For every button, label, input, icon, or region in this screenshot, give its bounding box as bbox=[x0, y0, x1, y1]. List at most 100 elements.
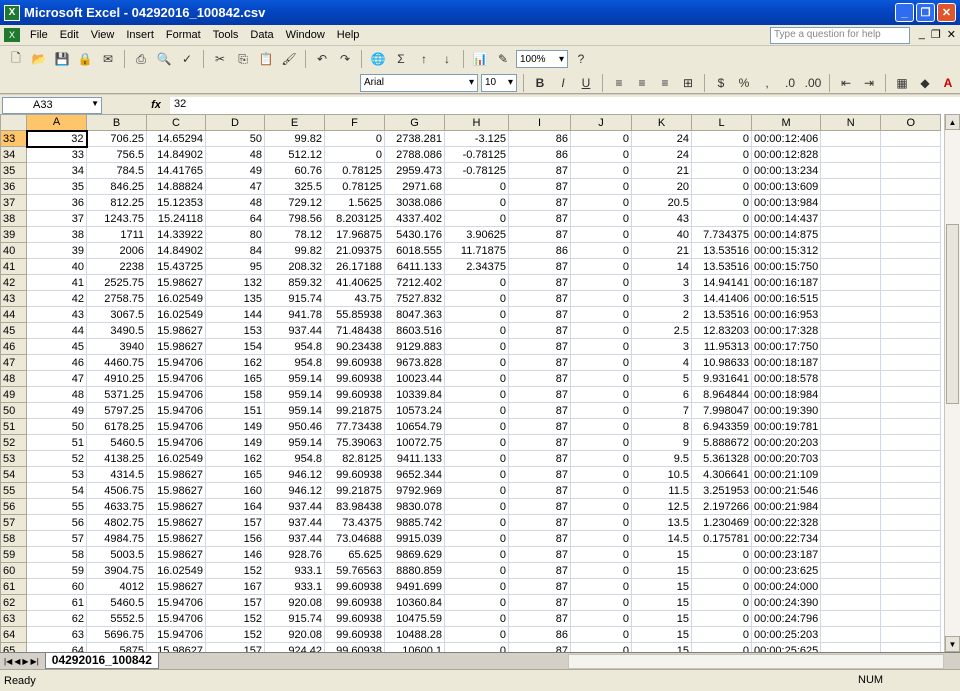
cell[interactable]: 99.60938 bbox=[324, 578, 385, 595]
row-header[interactable]: 57 bbox=[0, 514, 27, 531]
cell[interactable]: 928.76 bbox=[264, 546, 325, 563]
row-header[interactable]: 46 bbox=[0, 338, 27, 355]
cell[interactable]: 59 bbox=[26, 562, 87, 579]
cell[interactable]: 87 bbox=[508, 194, 571, 211]
cell[interactable]: 11.71875 bbox=[444, 242, 509, 259]
column-header-m[interactable]: M bbox=[750, 114, 822, 131]
cell[interactable] bbox=[880, 290, 942, 307]
cell[interactable]: 6178.25 bbox=[86, 418, 147, 435]
cell[interactable]: 0 bbox=[444, 210, 509, 227]
cell[interactable]: 152 bbox=[205, 562, 265, 579]
cell[interactable]: 15.94706 bbox=[146, 610, 206, 627]
cell[interactable]: 4314.5 bbox=[86, 466, 147, 483]
cell[interactable]: 15.94706 bbox=[146, 626, 206, 643]
paste-icon[interactable]: 📋 bbox=[256, 49, 276, 69]
cell[interactable]: 78.12 bbox=[264, 226, 325, 243]
cell[interactable]: 48 bbox=[205, 194, 265, 211]
row-header[interactable]: 43 bbox=[0, 290, 27, 307]
cell[interactable]: 0 bbox=[691, 626, 752, 643]
cell[interactable]: 59.76563 bbox=[324, 562, 385, 579]
row-header[interactable]: 64 bbox=[0, 626, 27, 643]
cell[interactable]: 71.48438 bbox=[324, 322, 385, 339]
cell[interactable]: 15 bbox=[631, 546, 692, 563]
cell[interactable]: 135 bbox=[205, 290, 265, 307]
cell[interactable]: 0 bbox=[570, 258, 632, 275]
cell[interactable]: 0 bbox=[444, 626, 509, 643]
cell[interactable]: 46 bbox=[26, 354, 87, 371]
cell[interactable]: 9869.629 bbox=[384, 546, 445, 563]
cell[interactable]: 53 bbox=[26, 466, 87, 483]
cell[interactable]: 87 bbox=[508, 274, 571, 291]
row-header[interactable]: 51 bbox=[0, 418, 27, 435]
cell[interactable]: 0 bbox=[691, 642, 752, 652]
cell[interactable]: 13.53516 bbox=[691, 258, 752, 275]
cell[interactable]: 15 bbox=[631, 626, 692, 643]
prev-sheet-icon[interactable]: ◀ bbox=[14, 657, 20, 666]
cell[interactable]: 0 bbox=[444, 322, 509, 339]
font-select[interactable]: Arial ▾ bbox=[360, 73, 478, 92]
cell[interactable]: 87 bbox=[508, 562, 571, 579]
spelling-icon[interactable]: ✓ bbox=[177, 49, 197, 69]
cell[interactable]: 64 bbox=[26, 642, 87, 652]
cell[interactable]: 00:00:14:437 bbox=[751, 210, 822, 227]
cell[interactable] bbox=[820, 210, 882, 227]
cell[interactable]: 99.60938 bbox=[324, 354, 385, 371]
cell[interactable]: 0 bbox=[444, 402, 509, 419]
cell[interactable]: 36 bbox=[26, 194, 87, 211]
cell[interactable]: 14.88824 bbox=[146, 178, 206, 195]
cell[interactable]: 5 bbox=[631, 370, 692, 387]
cell[interactable]: 7.998047 bbox=[691, 402, 752, 419]
cell[interactable]: 0 bbox=[691, 178, 752, 195]
cell[interactable]: 99.21875 bbox=[324, 402, 385, 419]
cell[interactable]: 9491.699 bbox=[384, 578, 445, 595]
menu-tools[interactable]: Tools bbox=[207, 29, 245, 41]
row-header[interactable]: 63 bbox=[0, 610, 27, 627]
cell[interactable]: 20 bbox=[631, 178, 692, 195]
cell[interactable]: 87 bbox=[508, 386, 571, 403]
cell[interactable]: 0 bbox=[444, 482, 509, 499]
cell[interactable]: 00:00:14:875 bbox=[751, 226, 822, 243]
cell[interactable] bbox=[880, 226, 942, 243]
cell[interactable]: 7 bbox=[631, 402, 692, 419]
cell[interactable]: 2758.75 bbox=[86, 290, 147, 307]
cell[interactable] bbox=[820, 450, 882, 467]
cell[interactable]: 1243.75 bbox=[86, 210, 147, 227]
cell[interactable]: 915.74 bbox=[264, 610, 325, 627]
cell[interactable] bbox=[820, 162, 882, 179]
align-left-icon[interactable]: ≡ bbox=[609, 73, 629, 93]
cell[interactable] bbox=[880, 162, 942, 179]
cell[interactable]: 56 bbox=[26, 514, 87, 531]
cell[interactable]: 52 bbox=[26, 450, 87, 467]
cell[interactable]: 99.60938 bbox=[324, 386, 385, 403]
cell[interactable]: 10.5 bbox=[631, 466, 692, 483]
cell[interactable] bbox=[880, 242, 942, 259]
cell[interactable]: 00:00:25:625 bbox=[751, 642, 822, 652]
menu-view[interactable]: View bbox=[85, 29, 121, 41]
cell[interactable]: 15.98627 bbox=[146, 338, 206, 355]
cell[interactable]: 0 bbox=[570, 498, 632, 515]
cell[interactable]: 86 bbox=[508, 146, 571, 163]
cell[interactable]: 00:00:23:187 bbox=[751, 546, 822, 563]
cell[interactable]: 0 bbox=[570, 610, 632, 627]
cell[interactable]: 99.60938 bbox=[324, 370, 385, 387]
cell[interactable]: 152 bbox=[205, 610, 265, 627]
cell[interactable]: 9885.742 bbox=[384, 514, 445, 531]
cell[interactable]: 15.98627 bbox=[146, 274, 206, 291]
decrease-indent-icon[interactable]: ⇤ bbox=[836, 73, 856, 93]
cell[interactable]: 15 bbox=[631, 562, 692, 579]
cell[interactable]: 14.84902 bbox=[146, 146, 206, 163]
cell[interactable]: 6411.133 bbox=[384, 258, 445, 275]
cell[interactable]: 44 bbox=[26, 322, 87, 339]
row-header[interactable]: 39 bbox=[0, 226, 27, 243]
row-header[interactable]: 59 bbox=[0, 546, 27, 563]
help-icon[interactable]: ? bbox=[571, 49, 591, 69]
cell[interactable]: 812.25 bbox=[86, 194, 147, 211]
cell[interactable]: 87 bbox=[508, 370, 571, 387]
cell[interactable]: 798.56 bbox=[264, 210, 325, 227]
row-header[interactable]: 49 bbox=[0, 386, 27, 403]
cell[interactable]: 73.4375 bbox=[324, 514, 385, 531]
cell[interactable]: 4910.25 bbox=[86, 370, 147, 387]
cell[interactable]: 87 bbox=[508, 578, 571, 595]
cell[interactable]: 87 bbox=[508, 642, 571, 652]
cell[interactable]: 5.361328 bbox=[691, 450, 752, 467]
